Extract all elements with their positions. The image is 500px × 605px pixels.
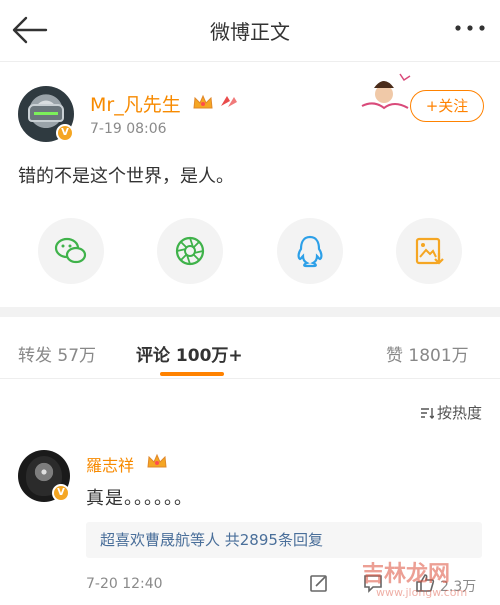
sort-icon	[420, 408, 434, 419]
top-bar: 微博正文	[0, 0, 500, 62]
verified-badge: V	[56, 124, 74, 142]
watermark-url: www.jlongw.com	[376, 586, 468, 599]
share-qq-button[interactable]	[277, 218, 343, 284]
like-count: 1801万	[408, 346, 469, 366]
gift-icon	[221, 96, 237, 107]
tab-comments[interactable]: 评论 100万+	[136, 341, 243, 366]
section-divider	[0, 307, 500, 317]
save-image-icon	[415, 237, 444, 265]
qq-icon	[297, 235, 323, 268]
interaction-tabs: 转发 57万 评论 100万+ 赞 1801万	[0, 317, 500, 379]
sort-by-hot-button[interactable]: 按热度	[420, 402, 482, 423]
post-text: 错的不是这个世界，是人。	[18, 166, 234, 187]
author-name[interactable]: Mr_凡先生	[90, 90, 181, 117]
comment-count: 100万+	[175, 346, 243, 366]
replies-summary-link[interactable]: 超喜欢曹晟航等人 共2895条回复	[86, 522, 482, 558]
vip-crown-icon	[193, 94, 213, 109]
repost-icon[interactable]	[308, 572, 330, 594]
more-options-icon[interactable]	[452, 18, 488, 38]
active-tab-indicator	[160, 372, 224, 376]
sort-label: 按热度	[436, 404, 482, 422]
tab-repost[interactable]: 转发 57万	[18, 341, 96, 366]
wechat-icon	[54, 237, 87, 264]
moments-icon	[175, 236, 205, 266]
comment-timestamp: 7-20 12:40	[86, 576, 163, 592]
like-label: 赞	[386, 346, 403, 366]
watermark-logo: 吉林龙网	[362, 562, 451, 587]
page-title: 微博正文	[210, 20, 290, 44]
share-wechat-button[interactable]	[38, 218, 104, 284]
vip-crown-icon	[147, 453, 167, 468]
follow-button[interactable]: +关注	[410, 90, 484, 122]
repost-label: 转发	[18, 346, 52, 366]
commenter-name[interactable]: 羅志祥	[86, 452, 134, 476]
comment-label: 评论	[136, 346, 170, 366]
repost-count: 57万	[57, 346, 97, 366]
share-moments-button[interactable]	[157, 218, 223, 284]
comment-text: 真是。。。。。。	[86, 488, 193, 509]
save-image-button[interactable]	[396, 218, 462, 284]
weibo-post: V Mr_凡先生 7-19 08:06 +关注 错的不是这个世界，是人。	[0, 62, 500, 307]
verified-badge: V	[52, 484, 70, 502]
post-timestamp: 7-19 08:06	[90, 121, 167, 137]
tab-likes[interactable]: 赞 1801万	[386, 341, 469, 366]
